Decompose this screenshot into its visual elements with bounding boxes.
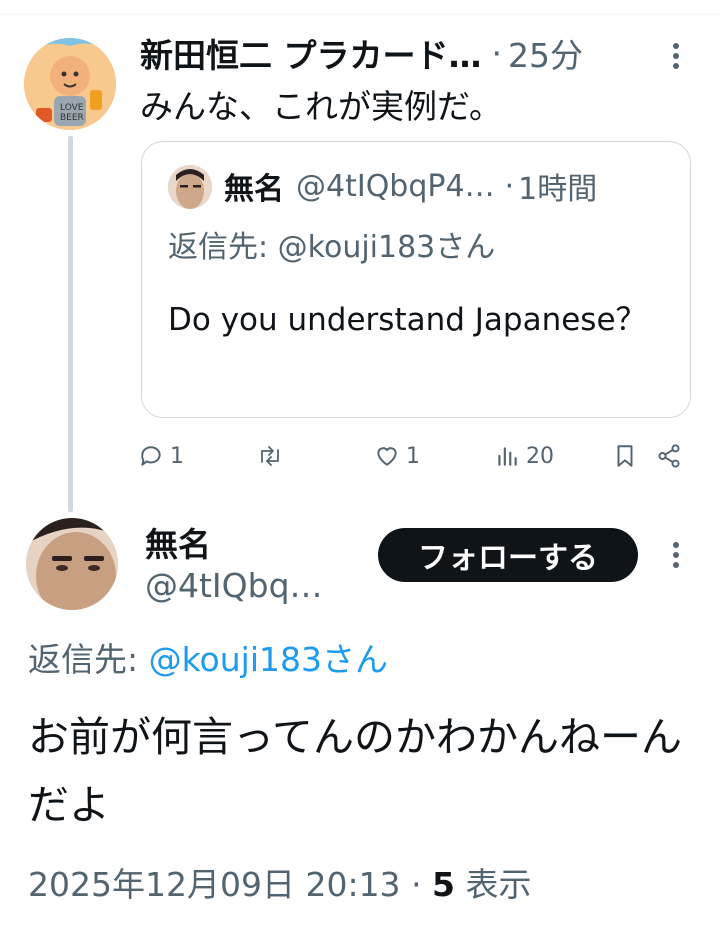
quoted-header: 無名 @4tIQbqP4… · 1時間 xyxy=(224,162,597,210)
separator-dot: · xyxy=(411,865,433,904)
separator-dot: · xyxy=(504,168,515,204)
tweet2-views-label: 表示 xyxy=(465,865,532,904)
tweet2-author-name[interactable]: 無名 xyxy=(145,518,211,566)
more-icon[interactable] xyxy=(664,38,688,74)
tweet1-author-name[interactable]: 新田恒二 プラカード… xyxy=(140,29,482,77)
quoted-avatar xyxy=(168,165,212,209)
views-button[interactable]: 20 xyxy=(494,438,554,474)
avatar[interactable]: LOVE BEER xyxy=(24,38,116,130)
like-count: 1 xyxy=(406,443,420,469)
retweet-icon xyxy=(256,443,284,469)
reply-prefix: 返信先: xyxy=(168,230,269,265)
like-icon xyxy=(374,443,400,469)
reply-button[interactable]: 1 xyxy=(138,438,184,474)
tweet1-header: 新田恒二 プラカード… · 25分 xyxy=(140,30,583,76)
tweet2-meta: 2025年12月09日 20:13 · 5 表示 xyxy=(28,858,532,906)
bookmark-button[interactable] xyxy=(612,438,638,474)
quoted-reply-context: 返信先: @kouji183さん xyxy=(168,222,495,266)
more-icon[interactable] xyxy=(664,537,688,573)
quoted-author-handle: @4tIQbqP4… xyxy=(296,168,495,204)
reply-mention: @kouji183さん xyxy=(277,230,496,265)
quoted-avatar-photo xyxy=(168,165,212,209)
quoted-tweet-card[interactable]: 無名 @4tIQbqP4… · 1時間 返信先: @kouji183さん Do … xyxy=(141,141,691,418)
reply-icon xyxy=(138,443,164,469)
tweet2-views-count: 5 xyxy=(432,865,456,904)
tweet1-action-bar: 1 1 20 xyxy=(138,438,688,474)
tweet2-timestamp[interactable]: 2025年12月09日 20:13 xyxy=(28,865,401,904)
top-divider xyxy=(0,14,720,15)
avatar[interactable] xyxy=(26,518,118,610)
tweet1-time[interactable]: 25分 xyxy=(508,29,583,77)
svg-text:BEER: BEER xyxy=(60,113,84,123)
svg-text:LOVE: LOVE xyxy=(60,103,84,113)
tweet2-author-handle[interactable]: @4tIQbq… xyxy=(145,566,323,605)
reply-count: 1 xyxy=(170,443,184,469)
quoted-time: 1時間 xyxy=(518,172,598,207)
retweet-button[interactable] xyxy=(256,438,290,474)
quoted-text: Do you understand Japanese？ xyxy=(168,302,647,338)
quoted-author-name: 無名 xyxy=(224,172,284,207)
bookmark-icon xyxy=(612,443,638,469)
share-button[interactable] xyxy=(656,438,682,474)
thread-connector xyxy=(68,136,73,512)
tweet2-text: お前が何言ってんのかわかんねーんだよ xyxy=(28,713,682,829)
views-count: 20 xyxy=(526,443,554,469)
reply-prefix: 返信先: xyxy=(28,640,139,679)
avatar-illustration: LOVE BEER xyxy=(24,38,116,130)
share-icon xyxy=(656,443,682,469)
separator-dot: · xyxy=(491,33,503,73)
avatar-photo xyxy=(26,518,118,610)
views-icon xyxy=(494,443,520,469)
tweet2-reply-context: 返信先: @kouji183さん xyxy=(28,633,388,681)
follow-button[interactable]: フォローする xyxy=(378,528,638,582)
reply-mention-link[interactable]: @kouji183さん xyxy=(149,640,388,679)
like-button[interactable]: 1 xyxy=(374,438,420,474)
tweet1-text: みんな、これが実例だ。 xyxy=(140,87,503,126)
